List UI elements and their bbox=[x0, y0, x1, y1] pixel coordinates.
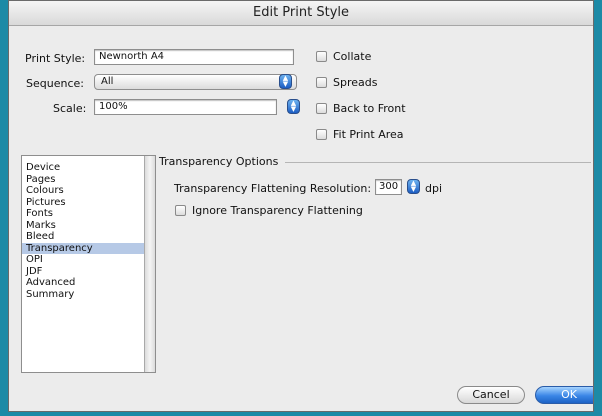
fit-print-area-checkbox[interactable] bbox=[316, 129, 327, 140]
fit-print-area-label: Fit Print Area bbox=[333, 128, 404, 141]
collate-checkbox[interactable] bbox=[316, 51, 327, 62]
sidebar-item-bleed[interactable]: Bleed bbox=[22, 231, 146, 243]
resolution-stepper-icon[interactable]: ▲ ▼ bbox=[407, 179, 420, 194]
transparency-options-title: Transparency Options bbox=[159, 155, 279, 168]
scale-field[interactable]: 100% bbox=[94, 99, 277, 115]
ignore-flattening-label: Ignore Transparency Flattening bbox=[192, 204, 363, 217]
sidebar-item-opi[interactable]: OPI bbox=[22, 254, 146, 266]
sidebar-item-advanced[interactable]: Advanced bbox=[22, 277, 146, 289]
cancel-button[interactable]: Cancel bbox=[457, 386, 525, 404]
settings-category-list[interactable]: Device Pages Colours Pictures Fonts Mark… bbox=[21, 155, 156, 373]
window-title: Edit Print Style bbox=[9, 1, 593, 26]
back-to-front-checkbox[interactable] bbox=[316, 103, 327, 114]
scale-stepper-icon[interactable]: ▲ ▼ bbox=[287, 99, 300, 114]
sidebar-item-device[interactable]: Device bbox=[22, 162, 146, 174]
sequence-popup[interactable]: All bbox=[94, 74, 297, 90]
spreads-checkbox[interactable] bbox=[316, 77, 327, 88]
sequence-popup-arrows-icon[interactable]: ▲ ▼ bbox=[279, 74, 292, 89]
sidebar-item-summary[interactable]: Summary bbox=[22, 289, 146, 301]
sidebar-item-transparency[interactable]: Transparency bbox=[22, 242, 146, 254]
sequence-value: All bbox=[101, 76, 114, 87]
back-to-front-label: Back to Front bbox=[333, 102, 406, 115]
sidebar-item-colours[interactable]: Colours bbox=[22, 185, 146, 197]
resolution-unit: dpi bbox=[425, 182, 443, 195]
collate-label: Collate bbox=[333, 50, 372, 63]
flattening-resolution-field[interactable]: 300 bbox=[375, 179, 402, 195]
flattening-resolution-label: Transparency Flattening Resolution: bbox=[174, 182, 372, 195]
sidebar-item-jdf[interactable]: JDF bbox=[22, 266, 146, 278]
print-style-field[interactable]: Newnorth A4 bbox=[94, 49, 294, 65]
spreads-label: Spreads bbox=[333, 76, 378, 89]
scale-label: Scale: bbox=[53, 102, 87, 115]
ok-button[interactable]: OK bbox=[535, 386, 593, 404]
sidebar-item-fonts[interactable]: Fonts bbox=[22, 208, 146, 220]
list-scrollbar[interactable] bbox=[144, 156, 155, 372]
sidebar-item-marks[interactable]: Marks bbox=[22, 220, 146, 232]
edit-print-style-dialog: Edit Print Style Print Style: Newnorth A… bbox=[8, 0, 594, 412]
sequence-label: Sequence: bbox=[26, 77, 84, 90]
ignore-flattening-checkbox[interactable] bbox=[175, 205, 186, 216]
sidebar-item-pictures[interactable]: Pictures bbox=[22, 197, 146, 209]
group-separator bbox=[285, 162, 591, 163]
sidebar-item-pages[interactable]: Pages bbox=[22, 174, 146, 186]
print-style-label: Print Style: bbox=[25, 52, 86, 65]
